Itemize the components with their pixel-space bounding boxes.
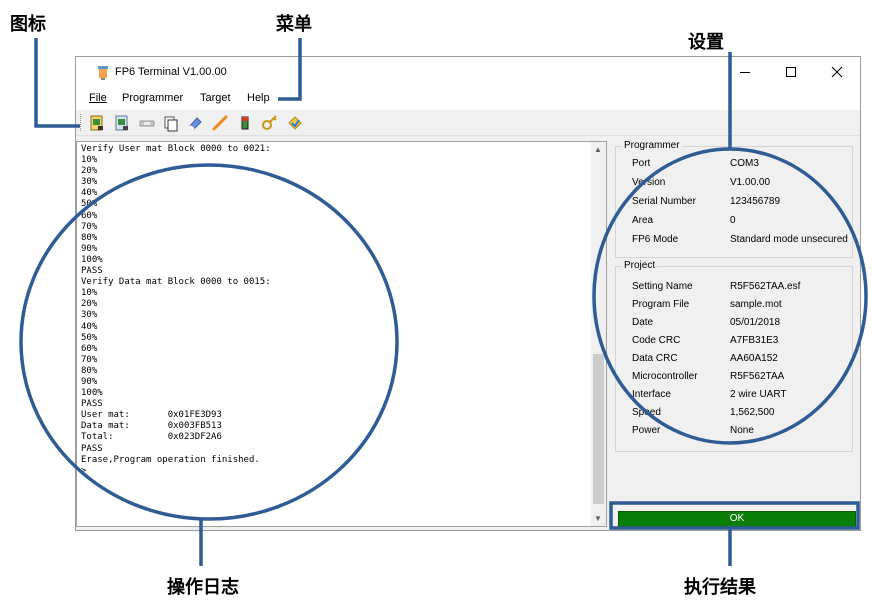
row-value: V1.00.00 [730,177,771,188]
annotation-menu-label: 菜单 [276,14,312,35]
log-line: PASS [81,399,103,410]
row-key: Area [632,215,654,226]
log-line: PASS [81,266,103,277]
result-status-ok: OK [618,511,856,527]
row-value: R5F562TAA.esf [730,281,801,292]
row-value: 0 [730,215,736,226]
row-key: Setting Name [632,281,693,292]
icons-callout-line [34,38,80,128]
verify-icon[interactable] [286,114,304,132]
log-lines: Verify User mat Block 0000 to 0021: 10% 20… [81,144,271,477]
row-key: Microcontroller [632,371,698,382]
log-panel[interactable]: Verify User mat Block 0000 to 0021: 10% 20… [76,141,607,527]
app-window: FP6 Terminal V1.00.00 File Programmer Ta… [75,56,861,531]
row-value: AA60A152 [730,353,778,364]
close-button[interactable] [814,57,860,88]
project-group-label: Project [622,260,658,271]
menu-target[interactable]: Target [200,92,231,104]
log-scrollbar[interactable]: ▲ ▼ [591,142,606,526]
scroll-up-icon[interactable]: ▲ [594,145,602,154]
menu-programmer[interactable]: Programmer [122,92,183,104]
log-line: 50% [81,199,98,210]
log-line: 30% [81,310,98,321]
log-line: 10% [81,288,98,299]
settings-panel: Programmer Port COM3 Version V1.00.00 Se… [611,140,857,527]
row-key: FP6 Mode [632,234,679,245]
log-line: Total: 0x023DF2A6 [81,432,222,443]
log-line: > [81,465,87,476]
programmer-group: Programmer Port COM3 Version V1.00.00 Se… [615,140,853,258]
annotation-settings-label: 设置 [688,32,724,53]
row-key: Date [632,317,654,328]
program-icon[interactable] [211,114,229,132]
annotation-log-label: 操作日志 [167,577,239,598]
app-icon [98,66,108,80]
row-key: Port [632,158,651,169]
log-line: 70% [81,221,98,232]
save-settings-icon[interactable] [113,114,131,132]
row-key: Serial Number [632,196,696,207]
log-line: 10% [81,155,98,166]
programmer-group-label: Programmer [622,140,682,151]
log-line: 60% [81,343,98,354]
open-settings-icon[interactable] [88,114,106,132]
row-value: Standard mode unsecured [730,234,848,245]
log-line: 40% [81,188,98,199]
annotation-result-label: 执行结果 [684,577,756,598]
log-line: 60% [81,210,98,221]
menu-bar: File Programmer Target Help [76,88,860,110]
log-line: 20% [81,299,98,310]
row-value: sample.mot [730,299,782,310]
row-key: Code CRC [632,335,681,346]
row-key: Speed [632,407,661,418]
log-line: 80% [81,232,98,243]
log-line: 90% [81,376,98,387]
scroll-down-icon[interactable]: ▼ [594,514,602,523]
row-key: Power [632,425,661,436]
menu-help[interactable]: Help [247,92,270,104]
row-value: 05/01/2018 [730,317,781,328]
log-line: 50% [81,332,98,343]
log-line: Verify Data mat Block 0000 to 0015: [81,277,271,288]
toolbar-grip [80,114,84,131]
toolbar [76,110,860,136]
log-line: Erase,Program operation finished. [81,454,260,465]
title-bar: FP6 Terminal V1.00.00 [76,57,860,88]
row-value: None [730,425,754,436]
row-value: 1,562,500 [730,407,775,418]
window-title: FP6 Terminal V1.00.00 [115,66,227,78]
row-key: Interface [632,389,671,400]
row-value: COM3 [730,158,759,169]
battery-icon[interactable] [236,114,254,132]
log-line: 40% [81,321,98,332]
connect-icon[interactable] [138,114,156,132]
log-line: 90% [81,243,98,254]
menu-file[interactable]: File [89,92,107,104]
log-line: 30% [81,177,98,188]
row-value: 2 wire UART [730,389,787,400]
key-icon[interactable] [261,114,279,132]
scroll-thumb[interactable] [593,354,604,504]
row-value: A7FB31E3 [730,335,779,346]
log-line: User mat: 0x01FE3D93 [81,410,222,421]
log-line: 100% [81,388,103,399]
row-key: Data CRC [632,353,678,364]
log-line: 80% [81,365,98,376]
copy-icon[interactable] [162,114,180,132]
log-line: PASS [81,443,103,454]
minimize-button[interactable] [722,57,768,88]
annotation-icons-label: 图标 [10,14,46,35]
row-value: 123456789 [730,196,781,207]
log-line: 20% [81,166,98,177]
maximize-button[interactable] [768,57,814,88]
log-line: Data mat: 0x003FB513 [81,421,222,432]
log-line: 100% [81,254,103,265]
project-group: Project Setting Name R5F562TAA.esf Progr… [615,260,853,452]
log-line: Verify User mat Block 0000 to 0021: [81,144,271,154]
erase-icon[interactable] [186,114,204,132]
row-key: Program File [632,299,690,310]
log-line: 70% [81,354,98,365]
row-key: Version [632,177,666,188]
row-value: R5F562TAA [730,371,785,382]
